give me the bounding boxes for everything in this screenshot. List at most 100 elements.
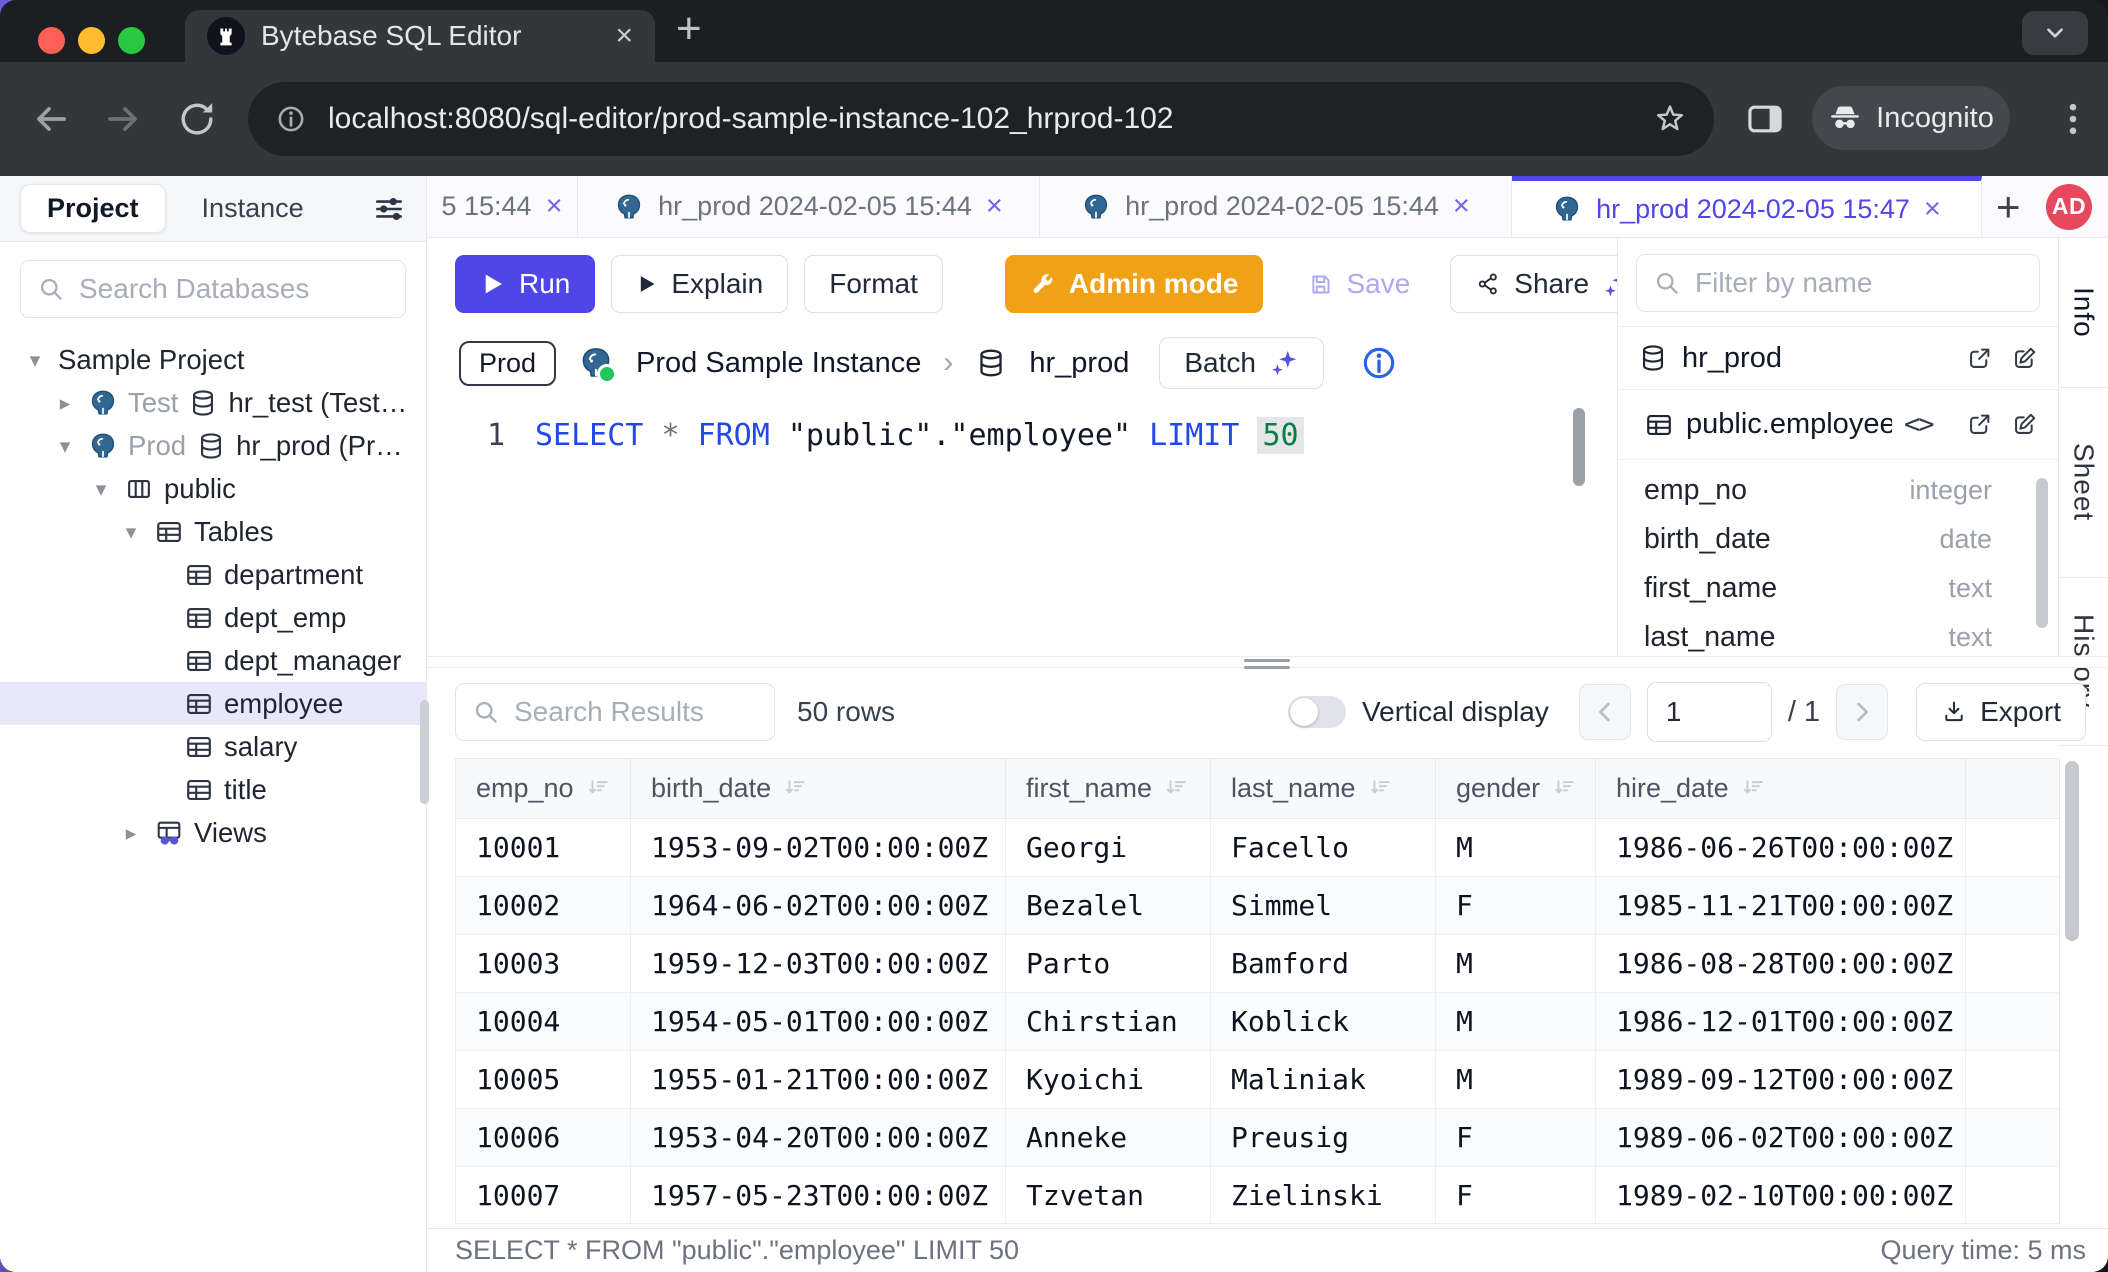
editor-scrollbar[interactable] [1573, 408, 1585, 486]
format-button[interactable]: Format [804, 255, 943, 313]
bookmark-star-icon[interactable] [1652, 101, 1688, 137]
admin-mode-button[interactable]: Admin mode [1005, 255, 1264, 313]
tree-item-hr-prod[interactable]: ▾ Prod hr_prod (Pr… [0, 424, 426, 467]
table-row[interactable]: 10003 1959-12-03T00:00:00Z Parto Bamford… [456, 935, 2059, 993]
side-panel-icon[interactable] [1744, 98, 1786, 140]
tree-item-hr-test[interactable]: ▸ Test hr_test (Test… [0, 381, 426, 424]
tree-item-table-title[interactable]: title [0, 768, 426, 811]
tab-instance[interactable]: Instance [202, 193, 304, 224]
schema-filter[interactable] [1636, 254, 2040, 312]
sort-icon[interactable] [1552, 776, 1578, 802]
code-icon[interactable]: <> [1904, 409, 1933, 440]
sort-icon[interactable] [783, 776, 809, 802]
editor-tab-3[interactable]: hr_prod 2024-02-05 15:44 × [1040, 176, 1512, 237]
run-button[interactable]: Run [455, 255, 595, 313]
vertical-display-toggle[interactable] [1288, 696, 1346, 728]
column-row[interactable]: emp_no integer [1618, 466, 2058, 515]
sort-icon[interactable] [1368, 776, 1394, 802]
chevron-right-icon[interactable]: ▸ [118, 821, 144, 845]
chevron-down-icon[interactable]: ▾ [22, 348, 48, 372]
info-icon[interactable] [1360, 344, 1398, 382]
url-text[interactable]: localhost:8080/sql-editor/prod-sample-in… [328, 102, 1174, 136]
editor-tab-2[interactable]: hr_prod 2024-02-05 15:44 × [578, 176, 1040, 237]
chevron-right-icon[interactable]: ▸ [52, 391, 78, 415]
results-search-input[interactable] [512, 695, 758, 729]
chevron-down-icon[interactable]: ▾ [88, 477, 114, 501]
tree-group-views[interactable]: ▸ Views [0, 811, 426, 854]
table-row[interactable]: 10005 1955-01-21T00:00:00Z Kyoichi Malin… [456, 1051, 2059, 1109]
side-tab-info[interactable]: Info [2059, 238, 2108, 388]
editor-tab-4-active[interactable]: hr_prod 2024-02-05 15:47 × [1512, 176, 1982, 237]
browser-tab[interactable]: Bytebase SQL Editor × [185, 10, 655, 62]
database-search[interactable] [20, 260, 406, 318]
editor-tab-1[interactable]: 5 15:44 × [427, 176, 578, 237]
tree-item-project[interactable]: ▾ Sample Project [0, 338, 426, 381]
close-icon[interactable]: × [1453, 190, 1470, 223]
edit-icon[interactable] [2011, 345, 2038, 372]
schema-filter-input[interactable] [1693, 266, 2023, 300]
forward-icon[interactable] [102, 98, 144, 140]
close-icon[interactable]: × [1924, 193, 1941, 226]
database-search-input[interactable] [77, 272, 389, 306]
batch-button[interactable]: Batch [1159, 337, 1324, 389]
explain-button[interactable]: Explain [611, 255, 788, 313]
column-row[interactable]: birth_date date [1618, 515, 2058, 564]
sort-icon[interactable] [1741, 776, 1767, 802]
tree-group-tables[interactable]: ▾ Tables [0, 510, 426, 553]
tab-project[interactable]: Project [20, 184, 166, 233]
panel-splitter[interactable] [427, 656, 2108, 668]
add-tab-button[interactable]: + [1996, 183, 2021, 231]
external-link-icon[interactable] [1966, 345, 1993, 372]
tree-item-table-department[interactable]: department [0, 553, 426, 596]
column-header[interactable]: first_name [1006, 759, 1211, 818]
browser-menu-icon[interactable] [2052, 98, 2094, 140]
avatar[interactable]: AD [2046, 184, 2092, 230]
close-icon[interactable]: × [546, 190, 563, 223]
sql-editor[interactable]: 1 SELECT * FROM "public"."employee" LIMI… [427, 404, 1617, 656]
table-row[interactable]: 10004 1954-05-01T00:00:00Z Chirstian Kob… [456, 993, 2059, 1051]
results-scrollbar[interactable] [2065, 761, 2079, 941]
tab-search-chevron-button[interactable] [2022, 11, 2088, 55]
close-tab-icon[interactable]: × [615, 21, 633, 51]
column-row[interactable]: first_name text [1618, 564, 2058, 613]
sort-icon[interactable] [1164, 776, 1190, 802]
column-header[interactable]: emp_no [456, 759, 631, 818]
site-info-icon[interactable] [274, 102, 308, 136]
side-tab-sheet[interactable]: Sheet [2059, 388, 2108, 578]
results-search[interactable] [455, 683, 775, 741]
column-header[interactable]: hire_date [1596, 759, 1966, 818]
table-row[interactable]: 10007 1957-05-23T00:00:00Z Tzvetan Zieli… [456, 1167, 2059, 1224]
sort-icon[interactable] [586, 776, 612, 802]
close-window-button[interactable] [38, 27, 65, 54]
table-row[interactable]: 10001 1953-09-02T00:00:00Z Georgi Facell… [456, 819, 2059, 877]
minimize-window-button[interactable] [78, 27, 105, 54]
address-bar[interactable]: localhost:8080/sql-editor/prod-sample-in… [248, 82, 1714, 156]
chevron-down-icon[interactable]: ▾ [52, 434, 78, 458]
tree-item-table-dept-emp[interactable]: dept_emp [0, 596, 426, 639]
filter-settings-icon[interactable] [372, 192, 406, 226]
prev-page-button[interactable] [1579, 684, 1631, 740]
next-page-button[interactable] [1836, 684, 1888, 740]
database-name[interactable]: hr_prod [1029, 347, 1129, 380]
sidebar-resize-handle[interactable] [420, 700, 429, 804]
table-row[interactable]: 10002 1964-06-02T00:00:00Z Bezalel Simme… [456, 877, 2059, 935]
maximize-window-button[interactable] [118, 27, 145, 54]
new-tab-button[interactable]: + [676, 4, 702, 54]
tree-item-table-employee[interactable]: employee [0, 682, 426, 725]
panel-scrollbar[interactable] [2036, 478, 2048, 628]
chevron-down-icon[interactable]: ▾ [118, 520, 144, 544]
column-header[interactable]: last_name [1211, 759, 1436, 818]
tree-item-table-dept-manager[interactable]: dept_manager [0, 639, 426, 682]
column-row[interactable]: last_name text [1618, 613, 2058, 662]
column-header[interactable]: birth_date [631, 759, 1006, 818]
page-number-input[interactable] [1647, 682, 1772, 742]
reload-icon[interactable] [176, 98, 218, 140]
instance-name[interactable]: Prod Sample Instance [636, 347, 921, 380]
export-button[interactable]: Export [1916, 683, 2086, 741]
tree-item-table-salary[interactable]: salary [0, 725, 426, 768]
table-row[interactable]: 10006 1953-04-20T00:00:00Z Anneke Preusi… [456, 1109, 2059, 1167]
column-header[interactable]: gender [1436, 759, 1596, 818]
close-icon[interactable]: × [986, 190, 1003, 223]
tree-item-schema-public[interactable]: ▾ public [0, 467, 426, 510]
edit-icon[interactable] [2011, 411, 2038, 438]
